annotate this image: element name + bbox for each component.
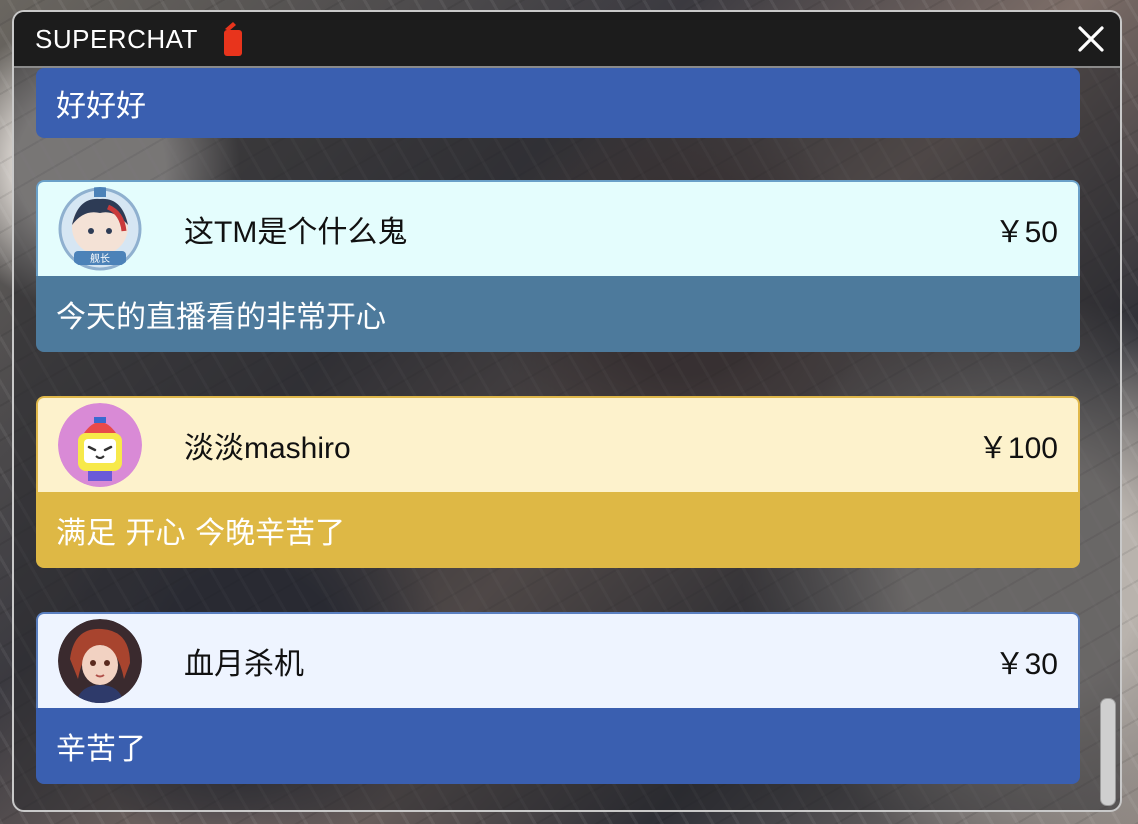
- superchat-message: 满足 开心 今晚辛苦了: [36, 492, 1080, 568]
- close-icon: [1078, 26, 1104, 52]
- superchat-list[interactable]: 好好好 舰长 这TM是个什么鬼 ￥50 今天的直播看的非常开心 淡淡mashir…: [14, 68, 1120, 810]
- close-button[interactable]: [1076, 24, 1106, 54]
- username: 淡淡mashiro: [184, 432, 351, 465]
- avatar: 舰长: [58, 187, 142, 271]
- price: ￥100: [977, 432, 1058, 465]
- username: 这TM是个什么鬼: [184, 216, 408, 249]
- superchat-header: 血月杀机 ￥30: [36, 612, 1080, 708]
- price: ￥50: [994, 216, 1058, 249]
- superchat-message: 今天的直播看的非常开心: [36, 276, 1080, 352]
- superchat-message: 辛苦了: [36, 708, 1080, 784]
- superchat-card: 血月杀机 ￥30 辛苦了: [36, 612, 1080, 784]
- superchat-message: 好好好: [36, 68, 1080, 138]
- username: 血月杀机: [184, 648, 304, 681]
- superchat-card-partial: 好好好: [36, 68, 1080, 138]
- window-title: SUPERCHAT: [35, 23, 198, 54]
- svg-text:舰长: 舰长: [90, 252, 110, 265]
- superchat-header: 淡淡mashiro ￥100: [36, 396, 1080, 492]
- superchat-window: SUPERCHAT 好好好 舰长 这TM是个什么鬼 ￥50 今天的直播看的非常开…: [12, 10, 1122, 812]
- price: ￥30: [994, 648, 1058, 681]
- battery-icon: [220, 21, 244, 57]
- title-bar[interactable]: SUPERCHAT: [14, 12, 1120, 68]
- superchat-header: 舰长 这TM是个什么鬼 ￥50: [36, 180, 1080, 276]
- superchat-card: 淡淡mashiro ￥100 满足 开心 今晚辛苦了: [36, 396, 1080, 568]
- scrollbar-thumb[interactable]: [1100, 698, 1116, 806]
- scrollbar-track[interactable]: [1102, 72, 1116, 806]
- superchat-card: 舰长 这TM是个什么鬼 ￥50 今天的直播看的非常开心: [36, 180, 1080, 352]
- avatar: [58, 403, 142, 487]
- avatar: [58, 619, 142, 703]
